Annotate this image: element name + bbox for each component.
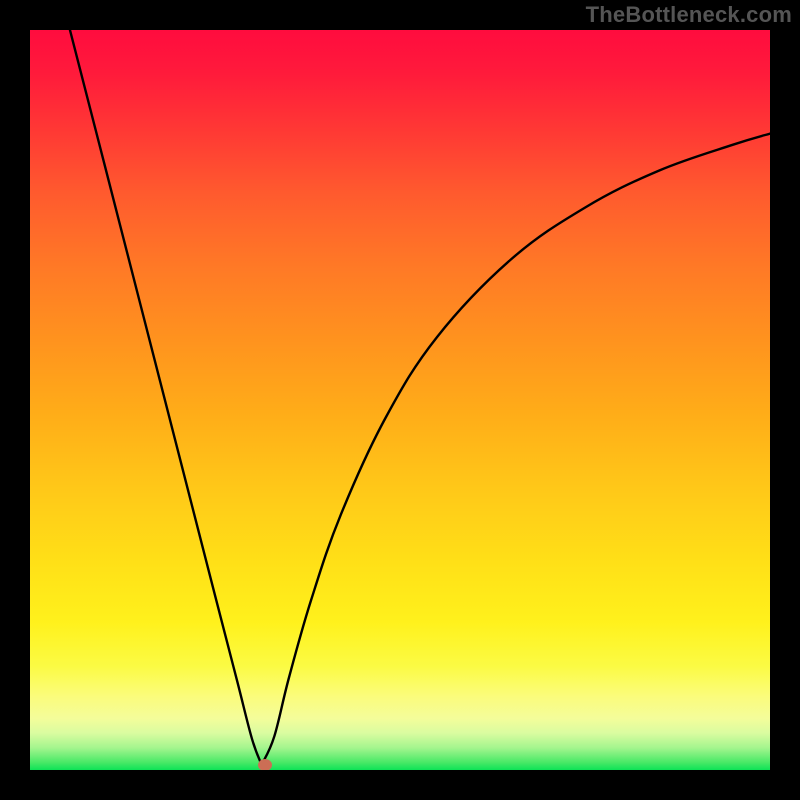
watermark-text: TheBottleneck.com (586, 2, 792, 28)
chart-frame: TheBottleneck.com (0, 0, 800, 800)
plot-area (30, 30, 770, 770)
curve-left-branch (70, 30, 262, 765)
curve-right-branch (262, 134, 770, 765)
minimum-marker (258, 759, 272, 770)
bottleneck-curve (30, 30, 770, 770)
